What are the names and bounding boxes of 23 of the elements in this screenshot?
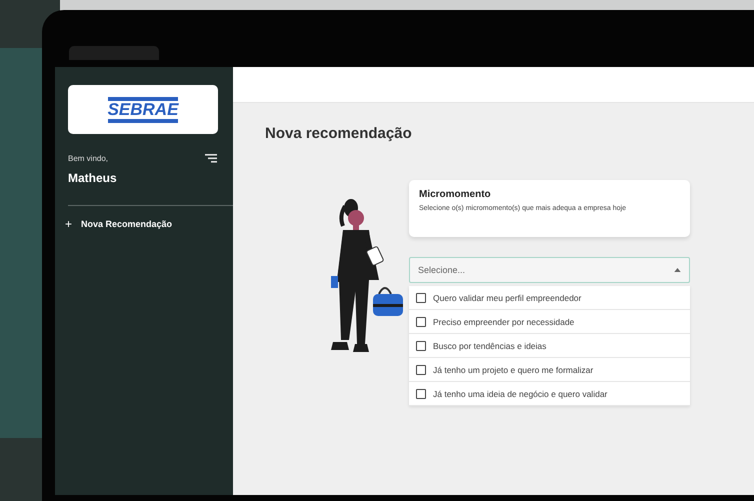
page-title: Nova recomendação bbox=[265, 125, 413, 142]
greeting-text: Bem vindo, bbox=[68, 154, 108, 163]
caret-icon bbox=[674, 268, 681, 272]
menu-icon[interactable] bbox=[205, 154, 217, 163]
card-title: Micromomento bbox=[419, 189, 492, 200]
option-item[interactable]: Quero validar meu perfil empreendedor bbox=[409, 286, 690, 310]
checkbox[interactable] bbox=[416, 316, 426, 326]
option-label: Já tenho um projeto e quero me formalizar bbox=[433, 364, 594, 374]
option-item[interactable]: Já tenho uma ideia de negócio e quero validar bbox=[409, 382, 690, 406]
option-item[interactable]: Busco por tendências e ideias bbox=[409, 334, 690, 358]
logo: SEBRAE bbox=[108, 96, 178, 122]
checkbox[interactable] bbox=[416, 292, 426, 302]
option-label: Busco por tendências e ideias bbox=[433, 340, 546, 350]
select-field[interactable]: Selecione... bbox=[409, 257, 690, 283]
nav-item[interactable]: + Nova Recomendação bbox=[65, 217, 233, 231]
option-label: Quero validar meu perfil empreendedor bbox=[433, 292, 582, 302]
checkbox[interactable] bbox=[416, 364, 426, 374]
option-label: Preciso empreender por necessidade bbox=[433, 316, 574, 326]
option-label: Já tenho uma ideia de negócio e quero validar bbox=[433, 388, 608, 398]
option-item[interactable]: Preciso empreender por necessidade bbox=[409, 310, 690, 334]
checkbox[interactable] bbox=[416, 340, 426, 350]
checkbox[interactable] bbox=[416, 388, 426, 398]
option-item[interactable]: Já tenho um projeto e quero me formalizar bbox=[409, 358, 690, 382]
